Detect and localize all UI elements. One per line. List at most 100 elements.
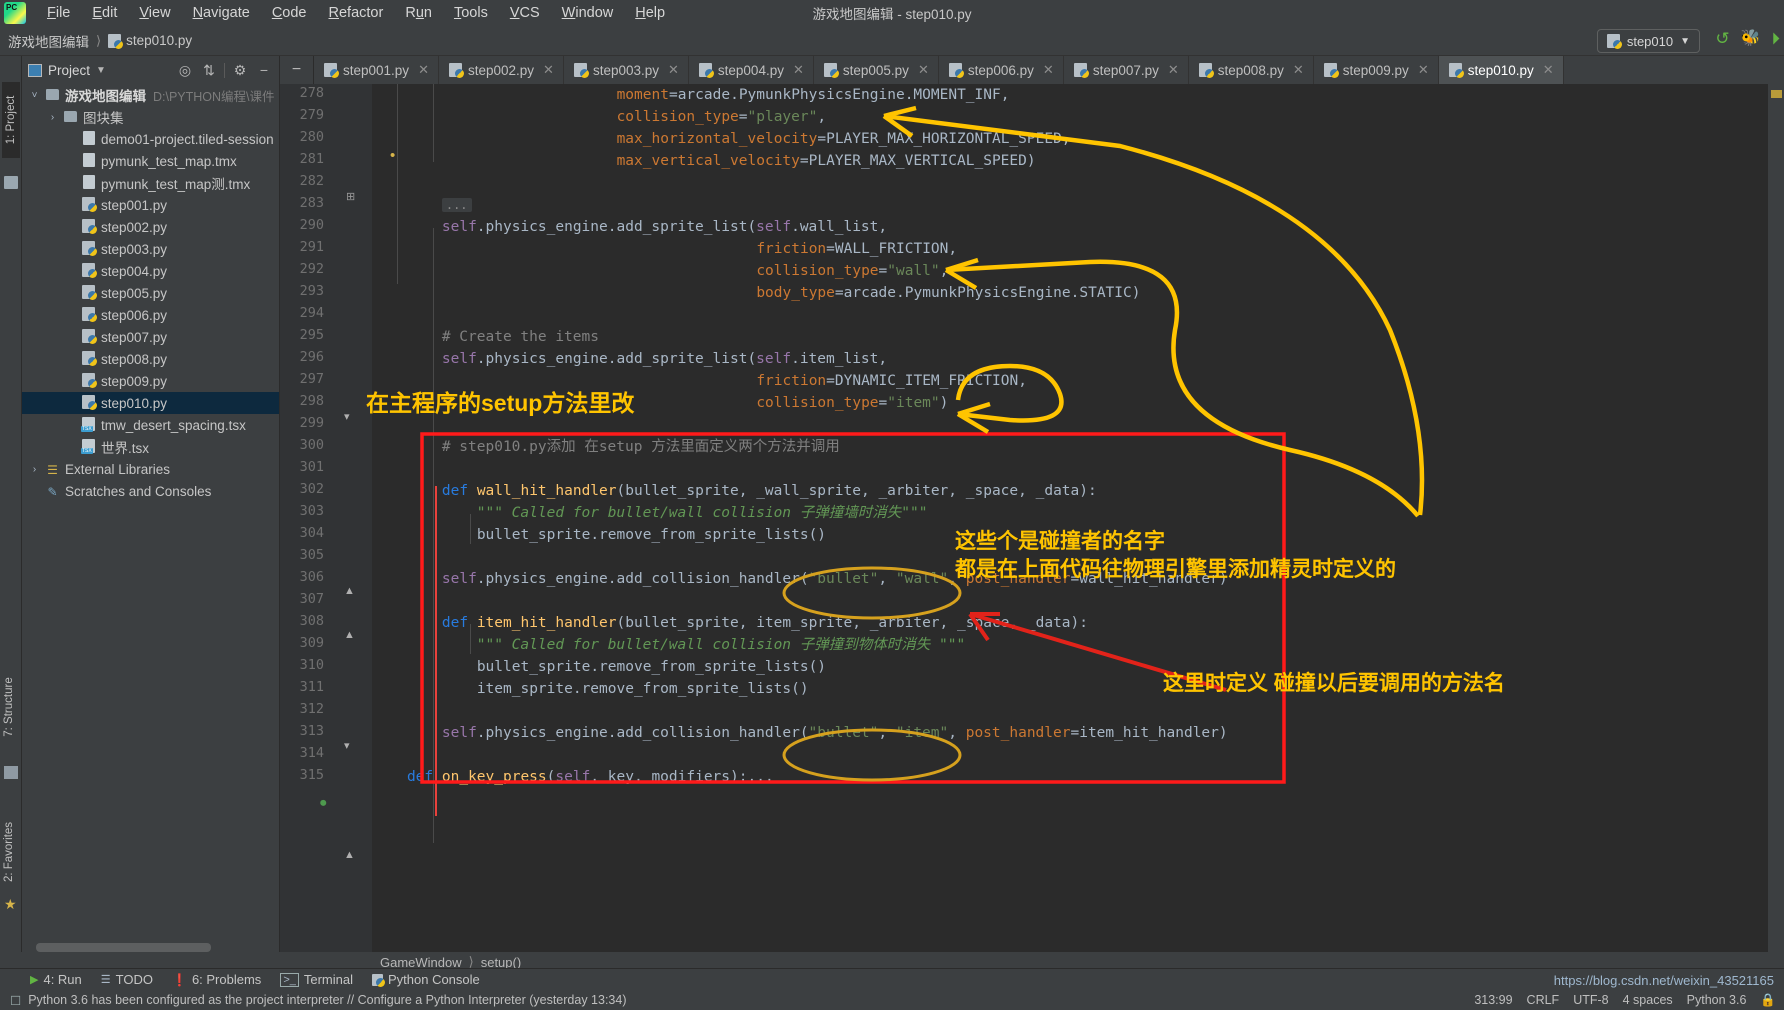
locate-icon[interactable]: ◎ [176, 62, 194, 79]
code-line[interactable]: def wall_hit_handler(bullet_sprite, _wal… [372, 480, 1097, 502]
tree-item-pymunk_test_map.tmx[interactable]: pymunk_test_map.tmx [22, 150, 279, 172]
code-editor[interactable]: 278 279 280 281 282 283 290 291 292 293 294 295 296 2… [280, 84, 1784, 952]
code-line[interactable]: collision_type="wall", [372, 260, 948, 282]
project-panel-title[interactable]: Project [48, 63, 90, 78]
fold-collapse-icon[interactable]: ▾ [344, 739, 350, 752]
line-separator[interactable]: CRLF [1527, 993, 1560, 1007]
close-icon[interactable]: ✕ [918, 62, 929, 78]
code-line[interactable]: collision_type="item") [372, 392, 948, 414]
debug-icon[interactable]: 🐝 [1741, 30, 1761, 47]
close-icon[interactable]: ✕ [1543, 62, 1554, 78]
menu-item-code[interactable]: Code [261, 3, 318, 23]
close-icon[interactable]: ✕ [1293, 62, 1304, 78]
tree-item-step010.py[interactable]: step010.py [22, 392, 279, 414]
indent-setting[interactable]: 4 spaces [1623, 993, 1673, 1007]
breadcrumb-file[interactable]: step010.py [126, 33, 192, 48]
tree-expand-arrow[interactable]: ˅ [26, 90, 43, 101]
run-gutter-icon[interactable]: ⏺ [320, 795, 327, 811]
tree-item-step009.py[interactable]: step009.py [22, 370, 279, 392]
tool-tab-project[interactable]: 1: Project [2, 82, 20, 158]
code-line[interactable]: body_type=arcade.PymunkPhysicsEngine.STA… [372, 282, 1140, 304]
tree-item-step008.py[interactable]: step008.py [22, 348, 279, 370]
code-line[interactable]: # step010.py添加 在setup 方法里面定义两个方法并调用 [372, 436, 840, 458]
code-line[interactable]: friction=DYNAMIC_ITEM_FRICTION, [372, 370, 1027, 392]
editor-tab-step006-py[interactable]: step006.py ✕ [939, 56, 1064, 84]
tool-button-todo[interactable]: ☰ TODO [101, 972, 153, 987]
warning-stripe-mark[interactable] [1771, 90, 1782, 98]
hide-tabs-icon[interactable]: − [280, 56, 314, 84]
run-with-coverage-icon[interactable]: ⏵ [1772, 30, 1781, 47]
close-icon[interactable]: ✕ [793, 62, 804, 78]
settings-gear-icon[interactable]: ⚙ [231, 62, 249, 79]
menu-item-run[interactable]: Run [394, 3, 443, 23]
file-encoding[interactable]: UTF-8 [1573, 993, 1608, 1007]
fold-expand-icon[interactable]: ⊞ [346, 190, 355, 203]
editor-tab-step003-py[interactable]: step003.py ✕ [564, 56, 689, 84]
tree-item-图块集[interactable]: › 图块集 [22, 106, 279, 128]
tool-button-problems[interactable]: ❗ 6: Problems [172, 972, 261, 987]
status-message[interactable]: Python 3.6 has been configured as the pr… [28, 993, 626, 1007]
tree-item-step004.py[interactable]: step004.py [22, 260, 279, 282]
interpreter-label[interactable]: Python 3.6 [1687, 993, 1747, 1007]
menu-item-refactor[interactable]: Refactor [318, 3, 395, 23]
tree-item-step001.py[interactable]: step001.py [22, 194, 279, 216]
tree-item-tmw_desert_spacing.tsx[interactable]: tmw_desert_spacing.tsx [22, 414, 279, 436]
tool-button-terminal[interactable]: >_ Terminal [280, 972, 353, 987]
code-line[interactable]: self.physics_engine.add_collision_handle… [372, 722, 1228, 744]
menu-item-tools[interactable]: Tools [443, 3, 499, 23]
menu-item-window[interactable]: Window [551, 3, 625, 23]
code-line[interactable]: max_vertical_velocity=PLAYER_MAX_VERTICA… [372, 150, 1036, 172]
tool-button-run[interactable]: ▶ 4: Run [30, 972, 82, 987]
code-line[interactable]: bullet_sprite.remove_from_sprite_lists() [372, 656, 826, 678]
editor-tab-step002-py[interactable]: step002.py ✕ [439, 56, 564, 84]
code-line[interactable]: self.physics_engine.add_sprite_list(self… [372, 216, 887, 238]
rerun-icon[interactable]: ↺ [1715, 30, 1729, 47]
tree-item-游戏地图编辑[interactable]: ˅ 游戏地图编辑 D:\PYTHON编程\课件 [22, 84, 279, 106]
star-icon[interactable]: ★ [4, 896, 18, 912]
folded-code-placeholder[interactable]: ... [441, 198, 472, 212]
run-configuration-selector[interactable]: step010 ▼ [1596, 29, 1700, 53]
menu-item-view[interactable]: View [128, 3, 181, 23]
code-line[interactable]: friction=WALL_FRICTION, [372, 238, 957, 260]
tree-item-demo01-project.tiled-session[interactable]: demo01-project.tiled-session [22, 128, 279, 150]
tree-item-External Libraries[interactable]: › ☰ External Libraries [22, 458, 279, 480]
menu-item-help[interactable]: Help [624, 3, 676, 23]
code-line[interactable]: def item_hit_handler(bullet_sprite, item… [372, 612, 1088, 634]
menu-item-navigate[interactable]: Navigate [182, 3, 261, 23]
close-icon[interactable]: ✕ [1168, 62, 1179, 78]
code-line[interactable]: item_sprite.remove_from_sprite_lists() [372, 678, 809, 700]
fold-collapse-icon[interactable]: ▲ [344, 585, 355, 597]
code-text[interactable]: moment=arcade.PymunkPhysicsEngine.MOMENT… [372, 84, 1768, 952]
hide-icon[interactable]: − [255, 62, 273, 78]
editor-tab-step004-py[interactable]: step004.py ✕ [689, 56, 814, 84]
close-icon[interactable]: ✕ [1043, 62, 1054, 78]
close-icon[interactable]: ✕ [418, 62, 429, 78]
event-log-icon[interactable]: ☐ [10, 993, 21, 1008]
code-line[interactable]: moment=arcade.PymunkPhysicsEngine.MOMENT… [372, 84, 1010, 106]
code-line[interactable]: """ Called for bullet/wall collision 子弹撞… [372, 502, 928, 524]
fold-collapse-icon[interactable]: ▲ [344, 629, 355, 641]
editor-tab-step009-py[interactable]: step009.py ✕ [1314, 56, 1439, 84]
editor-tab-step001-py[interactable]: step001.py ✕ [314, 56, 439, 84]
tree-expand-arrow[interactable]: › [26, 464, 43, 475]
editor-tab-step007-py[interactable]: step007.py ✕ [1064, 56, 1189, 84]
editor-gutter[interactable]: 278 279 280 281 282 283 290 291 292 293 294 295 296 2… [280, 84, 395, 952]
code-line[interactable]: self.physics_engine.add_sprite_list(self… [372, 348, 887, 370]
code-line[interactable]: """ Called for bullet/wall collision 子弹撞… [372, 634, 965, 656]
code-line[interactable]: bullet_sprite.remove_from_sprite_lists() [372, 524, 826, 546]
editor-tab-step005-py[interactable]: step005.py ✕ [814, 56, 939, 84]
tool-button-python-console[interactable]: Python Console [371, 972, 480, 987]
tree-item-step002.py[interactable]: step002.py [22, 216, 279, 238]
lock-icon[interactable]: 🔒 [1760, 993, 1776, 1008]
collapse-all-icon[interactable]: ⇅ [200, 62, 218, 79]
editor-tab-step008-py[interactable]: step008.py ✕ [1189, 56, 1314, 84]
menu-item-file[interactable]: File [36, 3, 81, 23]
error-stripe[interactable] [1768, 84, 1784, 952]
tree-item-Scratches and Consoles[interactable]: ✎ Scratches and Consoles [22, 480, 279, 502]
tree-item-step003.py[interactable]: step003.py [22, 238, 279, 260]
tree-item-pymunk_test_map测.tmx[interactable]: pymunk_test_map测.tmx [22, 172, 279, 194]
editor-tab-step010-py[interactable]: step010.py ✕ [1438, 56, 1564, 84]
tool-tab-structure[interactable]: 7: Structure [3, 667, 15, 747]
code-line[interactable]: ... [372, 194, 472, 216]
tree-item-step007.py[interactable]: step007.py [22, 326, 279, 348]
